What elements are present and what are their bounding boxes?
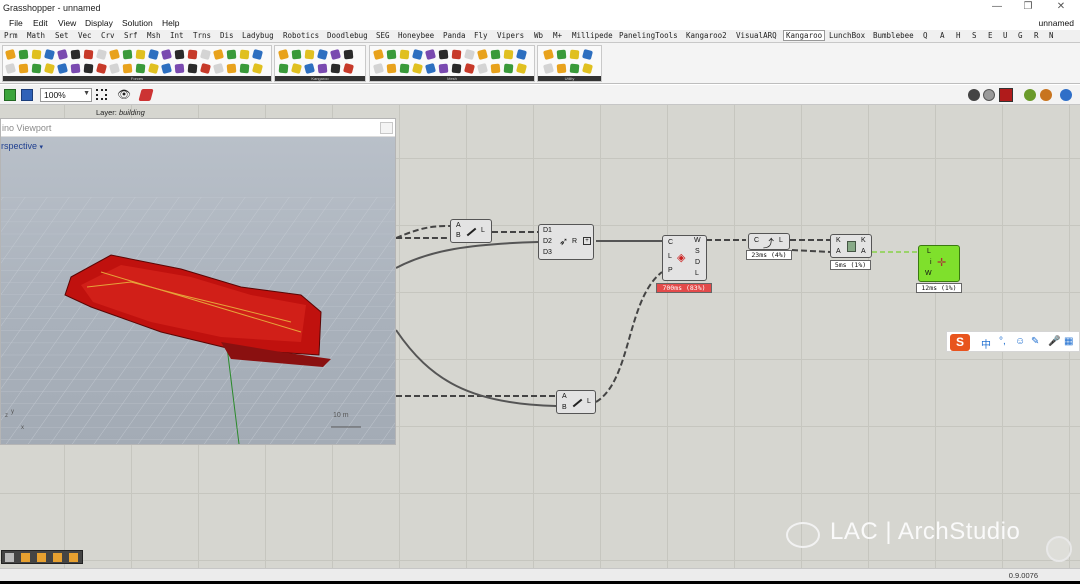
line-icon-2 [572, 398, 583, 408]
port-l2[interactable]: L [779, 237, 783, 244]
expand-icon[interactable]: + [583, 237, 591, 245]
port-b[interactable]: B [456, 232, 461, 239]
output-icon: ✛ [937, 257, 947, 269]
status-icon-3[interactable] [37, 553, 46, 562]
keys-timer: 5ms (1%) [830, 260, 871, 270]
ime-emoji-icon[interactable]: ☺ [1015, 336, 1025, 347]
axis-x-label: x [21, 425, 24, 431]
status-icon-4[interactable] [53, 553, 62, 562]
viewport-name-label[interactable]: rspective ▾ [1, 141, 43, 151]
port-l-out[interactable]: L [695, 270, 699, 277]
rhino-viewport-window[interactable]: ino Viewport rspective ▾ 10 m y z x [0, 118, 396, 445]
status-icon-strip [1, 550, 83, 564]
wire-d2 [395, 241, 539, 269]
wire-a-in [395, 225, 451, 239]
port-a2[interactable]: A [562, 393, 567, 400]
port-l[interactable]: L [481, 227, 485, 234]
ime-handwrite-icon[interactable]: ✎ [1031, 336, 1039, 347]
port-l-in[interactable]: L [668, 253, 672, 260]
version-label: 0.9.0076 [1008, 571, 1038, 580]
ime-chinese-icon[interactable]: 中 [981, 336, 991, 351]
solver-timer: 700ms (83%) [656, 283, 712, 293]
sogou-logo-icon[interactable]: S [950, 334, 970, 351]
wechat-logo-icon [786, 522, 820, 548]
ime-toolbox-icon[interactable]: ▦ [1064, 336, 1073, 347]
chevron-down-icon: ▾ [39, 144, 44, 151]
curve-timer: 23ms (4%) [746, 250, 792, 260]
port-k-in[interactable]: K [836, 237, 841, 244]
scale-label: 10 m [333, 412, 349, 419]
viewport-title-bar[interactable]: ino Viewport [1, 119, 395, 137]
curve-component[interactable]: C ⤴ L [748, 233, 790, 250]
viewport-title: ino Viewport [2, 123, 52, 133]
status-icon-5[interactable] [69, 553, 78, 562]
ime-toolbar[interactable]: S 中 °, ☺ ✎ 🎤 ▦ [946, 331, 1080, 352]
output-timer: 12ms (1%) [916, 283, 962, 293]
kangaroo-solver-component[interactable]: C L P ◈ W S D L [662, 235, 707, 281]
axis-z-label: z [5, 413, 8, 419]
wire-curve-to-keys-2 [791, 249, 831, 253]
port-b2[interactable]: B [562, 404, 567, 411]
watermark-text: LAC | ArchStudio [830, 518, 1021, 545]
port-d1[interactable]: D1 [543, 227, 552, 234]
ime-voice-icon[interactable]: 🎤 [1048, 336, 1060, 347]
port-a[interactable]: A [456, 222, 461, 229]
navigation-compass-icon[interactable] [1046, 536, 1072, 562]
port-c2[interactable]: C [754, 237, 759, 244]
port-d2[interactable]: D2 [543, 238, 552, 245]
viewport-close-button[interactable] [380, 122, 393, 134]
wire-line2-to-solver [595, 271, 663, 403]
green-output-component[interactable]: L i ✛ W [918, 245, 960, 282]
port-s[interactable]: S [695, 248, 700, 255]
port-d3[interactable]: D3 [543, 249, 552, 256]
keys-component[interactable]: K A K A [830, 234, 872, 258]
divide-component[interactable]: D1 D2 D3 ➶ R + [538, 224, 594, 260]
keys-icon [847, 241, 856, 252]
ime-punctuation-icon[interactable]: °, [999, 336, 1006, 347]
port-a-out[interactable]: A [861, 248, 866, 255]
port-l3[interactable]: L [927, 248, 931, 255]
port-w2[interactable]: W [925, 270, 932, 277]
line-component-2[interactable]: A B L [556, 390, 596, 414]
port-p[interactable]: P [668, 267, 673, 274]
bottom-status-bar: 0.9.0076 [0, 568, 1080, 584]
port-c[interactable]: C [668, 239, 673, 246]
curve-icon: ⤴ [763, 238, 774, 250]
solver-icon: ◈ [677, 252, 686, 264]
perspective-view[interactable]: rspective ▾ 10 m y z x [1, 137, 395, 444]
line-component-1[interactable]: A B L [450, 219, 492, 243]
port-w[interactable]: W [694, 237, 701, 244]
line-icon [466, 227, 477, 237]
status-icon-1[interactable] [5, 553, 14, 562]
viewport-scene [1, 197, 395, 444]
wire-b2-in [395, 329, 557, 407]
port-d[interactable]: D [695, 259, 700, 266]
axis-y-label: y [11, 409, 14, 415]
port-a-in[interactable]: A [836, 248, 841, 255]
divide-icon: ➶ [559, 236, 569, 248]
port-k-out[interactable]: K [861, 237, 866, 244]
status-icon-2[interactable] [21, 553, 30, 562]
port-r[interactable]: R [572, 238, 577, 245]
port-l4[interactable]: L [587, 398, 591, 405]
port-i[interactable]: i [930, 259, 932, 266]
